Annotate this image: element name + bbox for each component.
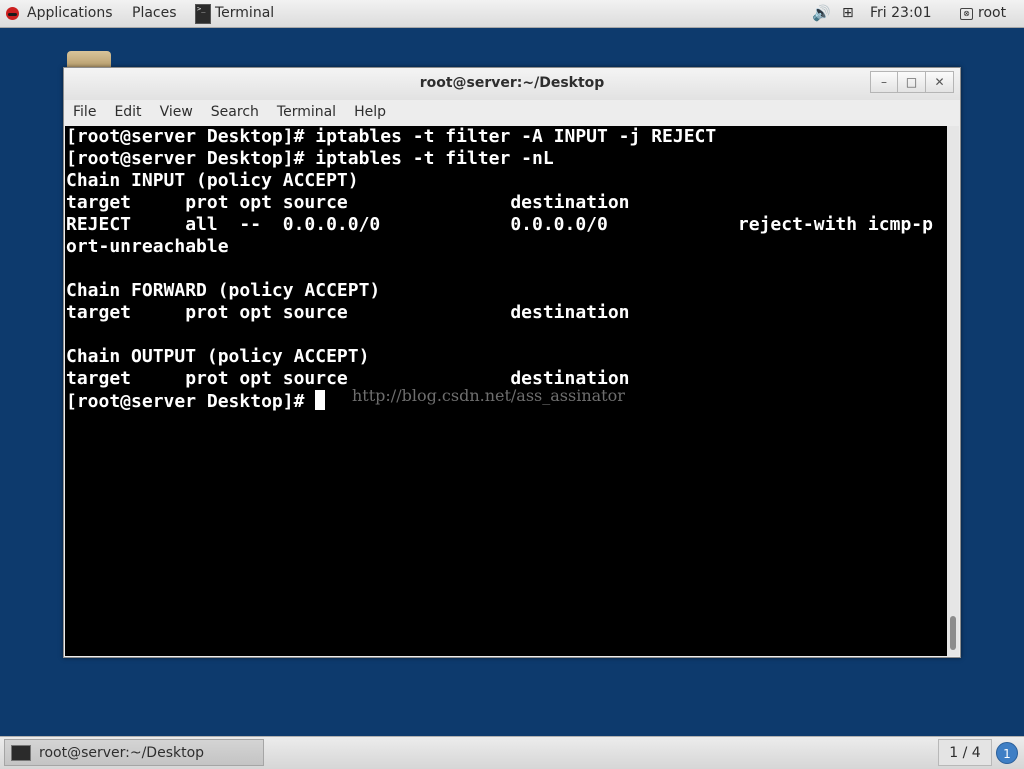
user-icon: ⊗ — [960, 7, 973, 20]
terminal-icon — [195, 3, 211, 24]
terminal-line: Chain INPUT (policy ACCEPT) — [66, 170, 359, 191]
redhat-logo-icon — [6, 7, 19, 20]
text-cursor — [315, 390, 326, 410]
terminal-window: root@server:~/Desktop – □ ✕ File Edit Vi… — [63, 67, 961, 658]
terminal-text: [root@server Desktop]# iptables -t filte… — [65, 126, 947, 413]
user-menu[interactable]: ⊗ root — [960, 0, 1006, 27]
top-panel: Applications Places Terminal 🔊 ⊞ Fri 23:… — [0, 0, 1024, 28]
scrollbar[interactable] — [947, 126, 959, 656]
window-titlebar[interactable]: root@server:~/Desktop – □ ✕ — [64, 68, 960, 100]
terminal-line: target prot opt source destination — [66, 192, 630, 213]
window-title: root@server:~/Desktop — [419, 75, 605, 91]
applications-label: Applications — [27, 5, 113, 21]
minimize-button[interactable]: – — [870, 71, 898, 93]
terminal-line: Chain FORWARD (policy ACCEPT) — [66, 280, 381, 301]
terminal-output[interactable]: [root@server Desktop]# iptables -t filte… — [65, 126, 947, 656]
menu-bar: File Edit View Search Terminal Help — [64, 100, 960, 125]
notification-icon[interactable]: 1 — [996, 742, 1018, 764]
scrollbar-thumb[interactable] — [950, 616, 956, 650]
close-button[interactable]: ✕ — [926, 71, 954, 93]
volume-icon[interactable]: 🔊 — [812, 0, 831, 27]
clock[interactable]: Fri 23:01 — [870, 0, 931, 27]
terminal-prompt: [root@server Desktop]# — [66, 391, 316, 412]
terminal-icon — [11, 744, 31, 761]
workspace-indicator[interactable]: 1 / 4 — [938, 739, 992, 766]
terminal-line: target prot opt source destination — [66, 302, 630, 323]
watermark: http://blog.csdn.net/ass_assinator — [352, 386, 625, 405]
menu-help[interactable]: Help — [345, 100, 395, 125]
network-icon[interactable]: ⊞ — [842, 0, 854, 27]
applications-menu[interactable]: Applications — [6, 0, 113, 27]
maximize-button[interactable]: □ — [898, 71, 926, 93]
terminal-app-label: Terminal — [215, 5, 275, 21]
menu-view[interactable]: View — [151, 100, 202, 125]
menu-search[interactable]: Search — [202, 100, 268, 125]
taskbar-window-label: root@server:~/Desktop — [39, 744, 205, 761]
window-controls: – □ ✕ — [870, 71, 954, 93]
menu-terminal[interactable]: Terminal — [268, 100, 345, 125]
terminal-line: [root@server Desktop]# iptables -t filte… — [66, 148, 554, 169]
menu-edit[interactable]: Edit — [105, 100, 150, 125]
bottom-panel: root@server:~/Desktop 1 / 4 1 — [0, 736, 1024, 769]
taskbar-window-item[interactable]: root@server:~/Desktop — [4, 739, 264, 766]
terminal-line: [root@server Desktop]# iptables -t filte… — [66, 126, 717, 147]
terminal-line: REJECT all -- 0.0.0.0/0 0.0.0.0/0 reject… — [66, 214, 933, 235]
terminal-line: Chain OUTPUT (policy ACCEPT) — [66, 346, 370, 367]
user-name: root — [978, 5, 1007, 21]
terminal-line: ort-unreachable — [66, 236, 229, 257]
places-menu[interactable]: Places — [132, 0, 177, 27]
terminal-app-button[interactable]: Terminal — [193, 0, 275, 27]
menu-file[interactable]: File — [64, 100, 105, 125]
